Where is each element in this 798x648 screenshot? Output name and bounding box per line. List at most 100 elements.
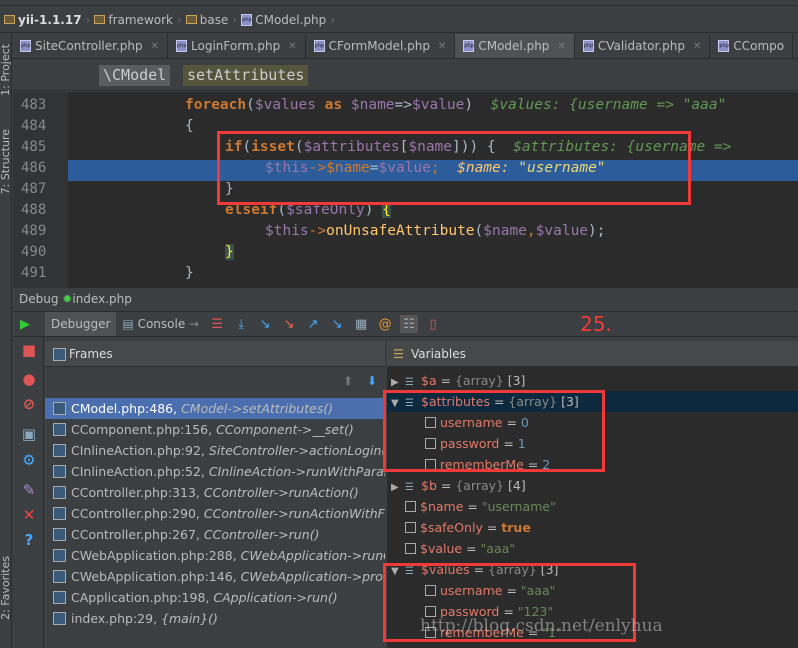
php-file-icon: php (241, 13, 253, 26)
tab-cvalidator-php[interactable]: php CValidator.php ✕ (575, 34, 711, 58)
line-gutter: 483 484 485 486 487 488 489 490 491 (13, 92, 68, 288)
frame-item[interactable]: CComponent.php:156, CComponent->__set() (45, 419, 385, 440)
run-to-cursor-icon[interactable]: ↘ (328, 315, 346, 333)
folder-icon (185, 15, 197, 24)
step-over-icon[interactable]: ⤓ (232, 315, 250, 333)
scalar-icon (405, 501, 416, 512)
breadcrumb-file[interactable]: php CModel.php (241, 13, 326, 27)
line-number: 486 (21, 160, 47, 176)
pin-icon[interactable]: ✎ (21, 481, 37, 499)
editor-tabs: php SiteController.php ✕ php LoginForm.php ✕ p… (12, 34, 798, 59)
mute-breakpoints-icon[interactable]: ☷ (400, 315, 419, 333)
frame-item[interactable]: CInlineAction.php:92, SiteController->ac… (45, 440, 385, 461)
frame-icon (53, 549, 66, 562)
tab-cmodel-php[interactable]: php CModel.php ✕ (455, 34, 575, 58)
close-tab-icon[interactable]: ✕ (288, 41, 296, 52)
frame-down-icon[interactable]: ⬇ (367, 374, 377, 388)
force-step-into-icon[interactable]: ↘ (280, 315, 298, 333)
settings-gear-icon[interactable]: ⚙ (21, 451, 37, 469)
navigation-breadcrumb: yii-1.1.17 › framework › base › php CModel.p… (0, 7, 798, 33)
frame-icon (53, 612, 66, 625)
php-file-icon: php (176, 40, 188, 52)
php-file-icon: php (20, 40, 31, 52)
project-tool-button[interactable]: 1: Project (0, 44, 12, 96)
variable-row[interactable]: ▶ ☰ $b = {array} [4] (391, 475, 526, 496)
view-breakpoints-icon[interactable]: ● (21, 370, 37, 388)
frame-item[interactable]: CWebApplication.php:146, CWebApplication… (45, 566, 385, 587)
breadcrumb-base[interactable]: base (185, 13, 228, 27)
left-tool-strip: 1: Project 7: Structure 2: Favorites (0, 34, 12, 648)
tab-sitecontroller-php[interactable]: php SiteController.php ✕ (12, 34, 169, 58)
watch-icon[interactable]: @ (376, 315, 394, 333)
scalar-icon (405, 522, 416, 533)
frame-item[interactable]: CInlineAction.php:52, CInlineAction->run… (45, 461, 385, 482)
evaluate-expression-icon[interactable]: ▦ (352, 315, 370, 333)
breadcrumb-framework[interactable]: framework (94, 13, 173, 27)
step-into-icon[interactable]: ↘ (256, 315, 274, 333)
tab-ccompo[interactable]: php CCompo (710, 34, 794, 58)
variable-row[interactable]: $name = "username" (391, 496, 556, 517)
frame-item[interactable]: CModel.php:486, CModel->setAttributes() (45, 398, 385, 419)
method-crumb[interactable]: setAttributes (183, 65, 309, 86)
close-icon[interactable]: ✕ (21, 506, 37, 524)
layout-icon[interactable]: ▣ (21, 425, 37, 443)
annotation-label: 25. (580, 312, 612, 336)
debug-side-buttons: ■ ● ⊘ ▣ ⚙ ✎ ✕ ? (13, 337, 44, 648)
frame-up-icon[interactable]: ⬆ (343, 374, 353, 388)
line-number: 485 (21, 139, 47, 155)
frame-icon (53, 423, 66, 436)
close-tab-icon[interactable]: ✕ (151, 41, 159, 52)
mute-icon[interactable]: ⊘ (21, 395, 37, 413)
watermark: http://blog.csdn.net/enlyhua (420, 616, 663, 636)
resume-icon[interactable]: ▶ (16, 315, 34, 333)
variables-icon: ☰ (393, 347, 404, 361)
frame-icon (53, 486, 66, 499)
code-editor[interactable]: 483 484 485 486 487 488 489 490 491 foreach($val… (13, 92, 798, 288)
line-number: 489 (21, 223, 47, 239)
class-crumb[interactable]: \CModel (99, 65, 171, 86)
restore-layout-icon[interactable]: ▯ (424, 315, 442, 333)
highlight-box-attributes (383, 390, 605, 472)
frame-item[interactable]: CWebApplication.php:288, CWebApplication… (45, 545, 385, 566)
tab-loginform-php[interactable]: php LoginForm.php ✕ (168, 34, 306, 58)
help-icon[interactable]: ? (21, 531, 37, 549)
php-file-icon: php (582, 40, 594, 52)
code-line-490: } (225, 244, 234, 260)
debug-header: Debug ✹index.php (13, 289, 798, 309)
menu-bar (0, 0, 798, 6)
expand-arrow-right-icon[interactable]: ▶ (391, 477, 405, 498)
frame-item[interactable]: CController.php:313, CController->runAct… (45, 482, 385, 503)
frame-icon (53, 465, 66, 478)
variable-row[interactable]: ▶ ☰ $a = {array} [3] (391, 370, 525, 391)
frame-item[interactable]: CController.php:267, CController->run() (45, 524, 385, 545)
variable-row[interactable]: $value = "aaa" (391, 538, 515, 559)
close-tab-icon[interactable]: ✕ (693, 41, 701, 52)
favorites-tool-button[interactable]: 2: Favorites (0, 556, 12, 620)
tab-cformmodel-php[interactable]: php CFormModel.php ✕ (306, 34, 456, 58)
variables-header: ☰ Variables (387, 341, 798, 367)
show-execution-point-icon[interactable]: ☰ (208, 315, 226, 333)
close-tab-icon[interactable]: ✕ (557, 41, 565, 52)
variable-row[interactable]: $safeOnly = true (391, 517, 531, 538)
frame-item[interactable]: CController.php:290, CController->runAct… (45, 503, 385, 524)
breadcrumb-project[interactable]: yii-1.1.17 (4, 13, 82, 27)
array-icon: ☰ (405, 482, 414, 493)
frame-item[interactable]: CApplication.php:198, CApplication->run(… (45, 587, 385, 608)
code-line-489: $this->onUnsafeAttribute($name,$value); (265, 223, 606, 239)
stop-icon[interactable]: ■ (21, 341, 37, 359)
folder-icon (4, 15, 15, 24)
bug-icon: ✹ (62, 292, 73, 306)
tab-console[interactable]: ▤ Console → (116, 317, 205, 331)
code-line-483: foreach($values as $name=>$value) $value… (185, 97, 727, 113)
debug-config-tab[interactable]: index.php (72, 292, 131, 306)
structure-tool-button[interactable]: 7: Structure (0, 129, 12, 194)
step-out-icon[interactable]: ↗ (304, 315, 322, 333)
line-number: 487 (21, 181, 47, 197)
php-file-icon: php (718, 40, 730, 52)
frame-item[interactable]: index.php:29, {main}() (45, 608, 385, 629)
tab-debugger[interactable]: Debugger (45, 312, 117, 336)
debug-toolbar: ▶ Debugger ▤ Console → ☰ ⤓ ↘ ↘ ↗ ↘ ▦ @ ☷… (13, 311, 798, 337)
code-line-484: { (185, 118, 194, 134)
frames-icon (53, 348, 66, 361)
close-tab-icon[interactable]: ✕ (438, 41, 446, 52)
